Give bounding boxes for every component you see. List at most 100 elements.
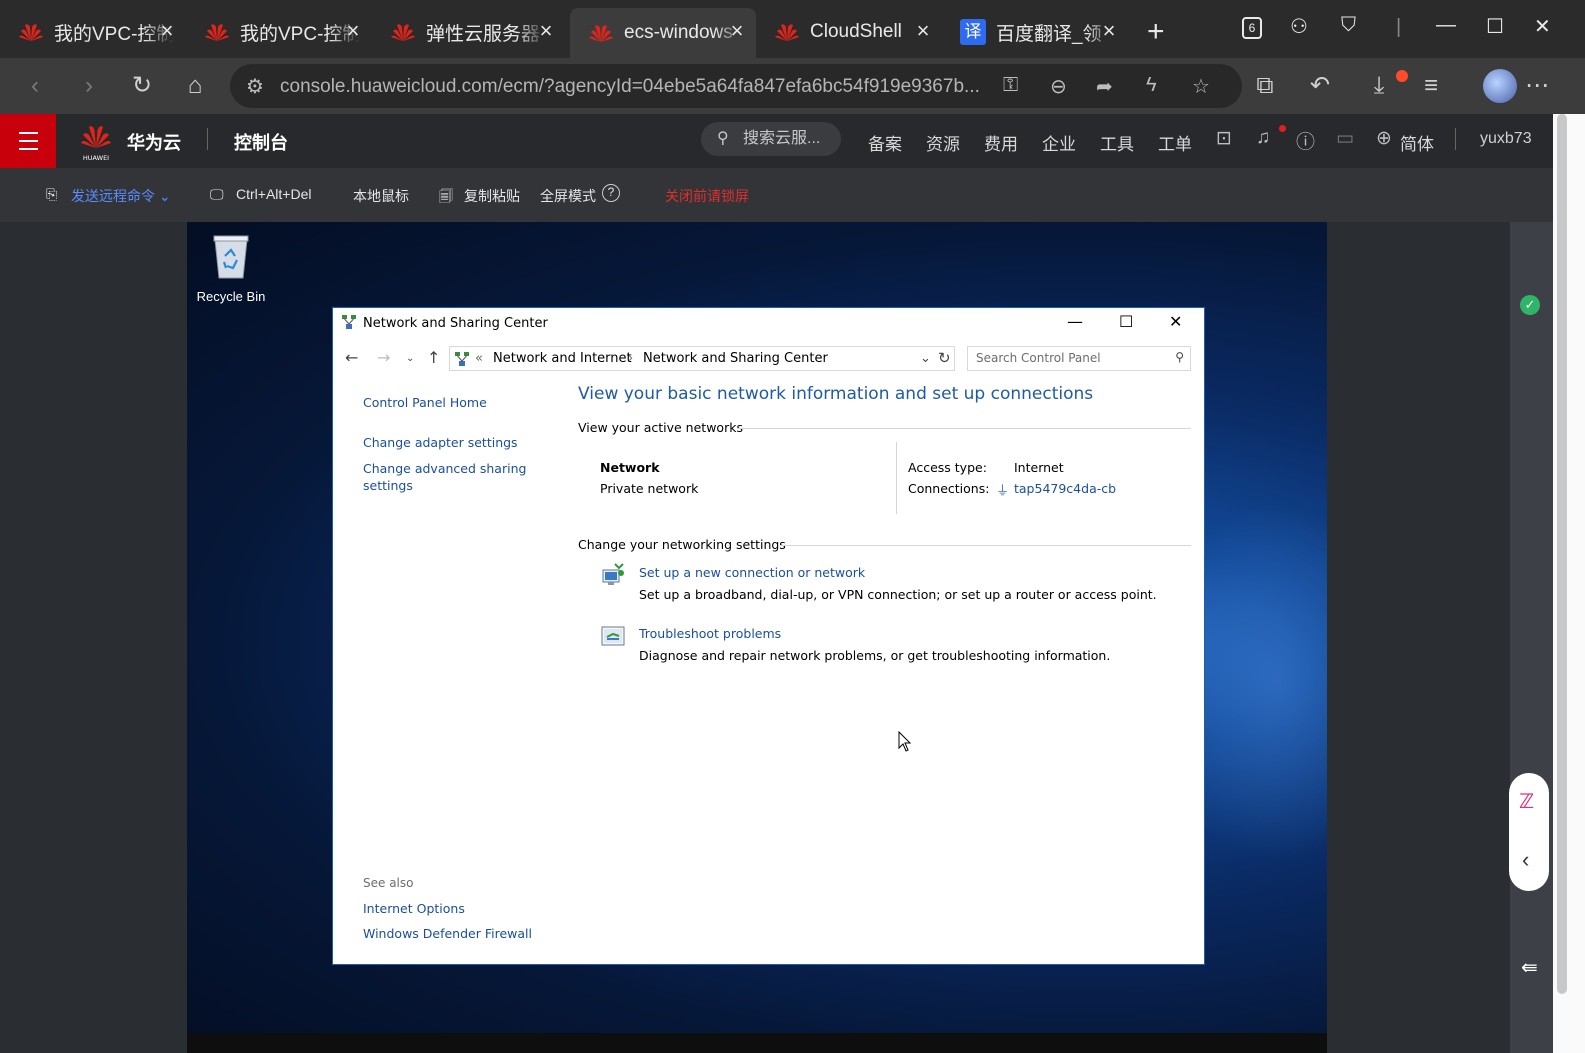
divider	[1455, 128, 1456, 150]
tab-close-icon[interactable]: ×	[156, 20, 178, 42]
zoom-out-icon[interactable]: ⊖	[1050, 74, 1067, 99]
forward-arrow-icon[interactable]: →	[377, 348, 390, 367]
browser-tab[interactable]: 译 百度翻译_领 ×	[942, 8, 1128, 56]
console-link[interactable]: 控制台	[234, 129, 288, 155]
collapse-panel-icon[interactable]: ⇚	[1521, 955, 1538, 980]
copy-paste-button[interactable]: 复制粘贴	[464, 186, 520, 206]
globe-icon[interactable]: ⊕	[1376, 127, 1392, 150]
cloud-search-input[interactable]: ⚲ 搜索云服...	[701, 122, 841, 156]
share-icon[interactable]: ➦	[1096, 74, 1113, 99]
profile-avatar[interactable]	[1483, 69, 1517, 103]
address-bar[interactable]: ⚙ console.huaweicloud.com/ecm/?agencyId=…	[230, 64, 1242, 108]
huawei-logo[interactable]: HUAWEI	[80, 122, 112, 162]
bookmark-star-icon[interactable]: ☆	[1192, 74, 1210, 99]
help-icon[interactable]: ⓘ	[1296, 127, 1315, 154]
breadcrumb-network-internet[interactable]: Network and Internet	[493, 351, 632, 366]
windows-firewall-link[interactable]: Windows Defender Firewall	[363, 926, 532, 941]
feedback-icon[interactable]: ▭	[1336, 127, 1354, 150]
extensions-icon[interactable]: ⧉	[1250, 71, 1280, 101]
search-control-panel-input[interactable]: Search Control Panel ⚲	[967, 346, 1191, 371]
home-icon[interactable]: ⌂	[180, 71, 210, 101]
control-panel-home-link[interactable]: Control Panel Home	[363, 395, 487, 410]
help-icon[interactable]: ?	[602, 184, 620, 202]
nav-resources[interactable]: 资源	[926, 130, 960, 155]
tab-close-icon[interactable]: ×	[726, 20, 748, 42]
site-info-icon[interactable]: ⚙	[246, 74, 264, 99]
reading-list-icon[interactable]: ≡	[1416, 71, 1446, 101]
nav-billing[interactable]: 费用	[984, 130, 1018, 155]
tab-close-icon[interactable]: ×	[535, 20, 557, 42]
tab-close-icon[interactable]: ×	[1098, 20, 1120, 42]
collapse-left-icon[interactable]: ‹	[1522, 847, 1529, 873]
address-breadcrumb[interactable]: « Network and Internet › Network and Sha…	[449, 346, 955, 371]
assistant-logo-icon[interactable]: ℤ	[1519, 789, 1534, 814]
maximize-icon[interactable]: ☐	[1119, 312, 1133, 331]
browser-tab-active[interactable]: ecs-windows ×	[570, 8, 756, 58]
tab-close-icon[interactable]: ×	[912, 20, 934, 42]
huawei-favicon-icon	[589, 25, 613, 42]
fullscreen-button[interactable]: 全屏模式	[540, 186, 596, 206]
send-remote-command-dropdown[interactable]: 发送远程命令 ⌄	[71, 186, 171, 206]
user-account-name[interactable]: yuxb73	[1480, 130, 1532, 148]
huawei-favicon-icon	[391, 24, 415, 41]
change-advanced-sharing-link[interactable]: Change advanced sharing	[363, 461, 526, 476]
search-icon: ⚲	[717, 130, 729, 147]
windows-taskbar[interactable]	[187, 1033, 1327, 1053]
back-icon[interactable]: ‹	[20, 71, 50, 101]
breadcrumb-overflow[interactable]: «	[475, 351, 483, 366]
hamburger-menu-icon[interactable]	[0, 114, 56, 168]
browser-tab[interactable]: 我的VPC-控制台 ×	[186, 8, 372, 56]
download-icon[interactable]: ⤓	[1364, 71, 1394, 101]
huawei-logo-text: HUAWEI	[83, 154, 109, 162]
nav-tools[interactable]: 工具	[1100, 130, 1134, 155]
nav-tickets[interactable]: 工单	[1158, 130, 1192, 155]
tab-search-counter-icon[interactable]: 6	[1242, 17, 1262, 39]
extension-shirt-icon[interactable]: ⛉	[1341, 14, 1356, 37]
setup-new-connection-link[interactable]: Set up a new connection or network	[639, 565, 865, 580]
connection-adapter-link[interactable]: tap5479c4da-cb	[1014, 481, 1116, 496]
browser-tab[interactable]: 我的VPC-控制台 ×	[0, 8, 186, 56]
active-networks-label: View your active networks	[578, 420, 743, 435]
troubleshoot-problems-link[interactable]: Troubleshoot problems	[639, 626, 781, 641]
key-icon[interactable]: ⚿	[1003, 74, 1018, 97]
incognito-icon[interactable]: ⚇	[1290, 14, 1308, 39]
browser-tab[interactable]: 弹性云服务器 ×	[372, 8, 565, 56]
new-tab-plus-icon[interactable]: +	[1147, 17, 1165, 47]
page-scrollbar[interactable]	[1553, 114, 1585, 1053]
back-arrow-icon[interactable]: ←	[345, 348, 358, 367]
up-arrow-icon[interactable]: ↑	[427, 348, 440, 367]
bolt-icon[interactable]: ϟ	[1146, 74, 1157, 97]
refresh-icon[interactable]: ↻	[938, 349, 951, 367]
maximize-window-icon[interactable]: ☐	[1486, 14, 1504, 39]
bell-icon[interactable]: ♫	[1256, 127, 1270, 149]
page-heading: View your basic network information and …	[578, 384, 1094, 404]
change-adapter-settings-link[interactable]: Change adapter settings	[363, 435, 518, 450]
huawei-favicon-icon	[205, 24, 229, 41]
nav-enterprise[interactable]: 企业	[1042, 130, 1076, 155]
internet-options-link[interactable]: Internet Options	[363, 901, 465, 916]
local-mouse-button[interactable]: 本地鼠标	[353, 186, 409, 206]
more-menu-icon[interactable]: ⋯	[1522, 71, 1552, 101]
forward-icon[interactable]: ›	[74, 71, 104, 101]
undo-history-icon[interactable]: ↶	[1305, 71, 1335, 101]
close-icon[interactable]: ✕	[1169, 312, 1182, 331]
reload-icon[interactable]: ↻	[127, 71, 157, 101]
change-advanced-sharing-link-line2[interactable]: settings	[363, 478, 413, 493]
breadcrumb-current[interactable]: Network and Sharing Center	[643, 351, 828, 366]
recycle-bin-shortcut[interactable]: Recycle Bin	[195, 232, 267, 304]
minimize-icon[interactable]: —	[1067, 312, 1083, 331]
minimize-window-icon[interactable]: —	[1436, 14, 1456, 37]
chevron-down-icon[interactable]: ⌄	[920, 351, 931, 366]
cloudshell-terminal-icon[interactable]: ⊡	[1216, 127, 1232, 150]
recent-locations-chevron-icon[interactable]: ⌄	[406, 353, 414, 364]
language-switch[interactable]: 简体	[1400, 130, 1434, 155]
tab-close-icon[interactable]: ×	[342, 20, 364, 42]
close-window-icon[interactable]: ✕	[1534, 14, 1551, 39]
notification-dot	[1279, 125, 1286, 132]
troubleshoot-icon	[601, 626, 625, 646]
ctrl-alt-del-button[interactable]: Ctrl+Alt+Del	[236, 186, 311, 202]
nav-beian[interactable]: 备案	[868, 130, 902, 155]
browser-tab[interactable]: CloudShell ×	[756, 8, 942, 56]
scrollbar-thumb[interactable]	[1557, 114, 1567, 994]
huawei-favicon-icon	[775, 24, 799, 41]
